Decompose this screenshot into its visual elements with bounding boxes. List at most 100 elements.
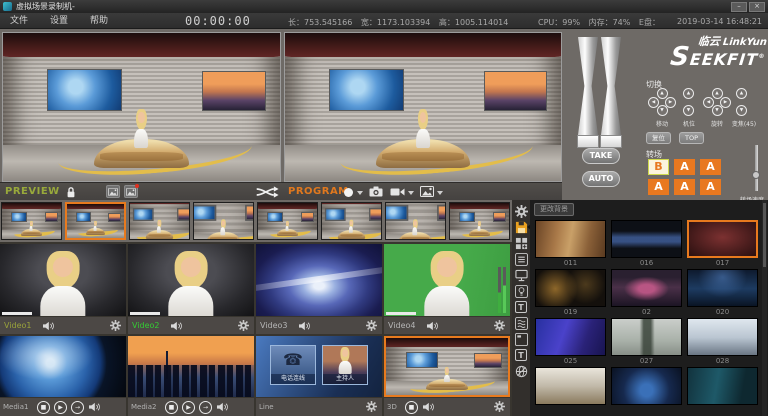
library-scrollbar[interactable] <box>762 200 767 416</box>
transition-speed-slider[interactable] <box>755 145 758 191</box>
scene-thumbnail[interactable] <box>687 367 758 405</box>
layers-icon[interactable] <box>514 316 528 330</box>
record-dropdown-caret[interactable] <box>357 191 363 195</box>
line-thumbnail[interactable]: ☎ 电话连线 主持人 <box>256 336 382 397</box>
stream-dropdown-caret[interactable] <box>408 191 414 195</box>
scene-thumbnail[interactable] <box>535 220 606 258</box>
stream-camcorder-icon[interactable] <box>390 187 405 197</box>
speaker-icon[interactable] <box>216 402 228 412</box>
subtitle-text-icon[interactable] <box>514 348 528 362</box>
overlay-image-badge-icon[interactable] <box>124 185 138 198</box>
stop-button[interactable]: ■ <box>37 401 50 414</box>
scene-strip-thumbnail[interactable] <box>1 202 62 240</box>
scene-thumbnail[interactable] <box>687 318 758 356</box>
transition-a-button[interactable]: A <box>674 159 695 175</box>
t-bar-handle[interactable] <box>577 135 599 148</box>
gear-icon[interactable] <box>494 320 505 331</box>
title-text-icon[interactable] <box>514 300 528 314</box>
scene-thumbnail[interactable] <box>611 269 682 307</box>
scene-strip-thumbnail[interactable] <box>257 202 318 240</box>
close-button[interactable]: × <box>749 2 765 12</box>
transition-b-button[interactable]: B <box>648 159 669 175</box>
scenes-grid-icon[interactable] <box>514 236 528 250</box>
lighting-icon[interactable] <box>514 284 528 298</box>
arrow-left-button[interactable]: ◀ <box>648 97 659 108</box>
next-button[interactable]: → <box>199 401 212 414</box>
stop-button[interactable]: ■ <box>405 401 418 414</box>
scene-strip-thumbnail[interactable] <box>193 202 254 240</box>
scene-thumbnail-selected[interactable] <box>687 220 758 258</box>
arrow-down-button[interactable]: ▼ <box>712 105 723 116</box>
arrow-up-button[interactable]: ▲ <box>736 88 747 99</box>
play-button[interactable]: ▶ <box>54 401 67 414</box>
arrow-left-button[interactable]: ◀ <box>703 97 714 108</box>
arrow-right-button[interactable]: ▶ <box>720 97 731 108</box>
reset-button[interactable]: 复位 <box>646 132 671 144</box>
gear-icon[interactable] <box>366 401 377 412</box>
gear-icon[interactable] <box>238 320 249 331</box>
stop-button[interactable]: ■ <box>165 401 178 414</box>
save-icon[interactable] <box>514 220 528 234</box>
monitor-icon[interactable] <box>514 268 528 282</box>
scene-strip-thumbnail-selected[interactable] <box>65 202 126 240</box>
settings-gear-icon[interactable] <box>514 204 528 218</box>
gear-icon[interactable] <box>110 320 121 331</box>
lock-icon[interactable] <box>66 186 76 198</box>
menu-file[interactable]: 文件 <box>4 13 34 29</box>
speaker-icon[interactable] <box>42 321 54 331</box>
scene-thumbnail[interactable] <box>611 318 682 356</box>
scene-thumbnail[interactable] <box>535 318 606 356</box>
arrow-up-button[interactable]: ▲ <box>683 88 694 99</box>
speaker-icon[interactable] <box>170 321 182 331</box>
t-bar-fader[interactable] <box>578 37 624 159</box>
transition-a-button[interactable]: A <box>674 179 695 195</box>
snapshot-camera-icon[interactable] <box>369 186 383 197</box>
slider-knob[interactable] <box>752 171 760 179</box>
transition-a-button[interactable]: A <box>648 179 669 195</box>
video4-thumbnail[interactable] <box>384 244 510 316</box>
scene-thumbnail[interactable] <box>611 220 682 258</box>
arrow-down-button[interactable]: ▼ <box>736 105 747 116</box>
scene-thumbnail[interactable] <box>535 367 606 405</box>
scene-strip-thumbnail[interactable] <box>449 202 510 240</box>
image-output-icon[interactable] <box>420 186 434 197</box>
change-background-button[interactable]: 更改背景 <box>534 203 574 216</box>
scene-strip-thumbnail[interactable] <box>385 202 446 240</box>
swap-transition-icon[interactable] <box>253 186 281 198</box>
video3-thumbnail[interactable] <box>256 244 382 316</box>
arrow-up-button[interactable]: ▲ <box>712 88 723 99</box>
host-option[interactable]: 主持人 <box>322 345 368 385</box>
media2-thumbnail[interactable] <box>128 336 254 397</box>
video2-thumbnail[interactable] <box>128 244 254 316</box>
scene-thumbnail[interactable] <box>611 367 682 405</box>
gear-icon[interactable] <box>494 401 505 412</box>
network-off-icon[interactable] <box>514 364 528 378</box>
arrow-up-button[interactable]: ▲ <box>657 88 668 99</box>
speaker-icon[interactable] <box>426 321 438 331</box>
frame-icon[interactable] <box>514 332 528 346</box>
scene-thumbnail[interactable] <box>687 269 758 307</box>
arrow-down-button[interactable]: ▼ <box>683 105 694 116</box>
speaker-icon[interactable] <box>422 402 434 412</box>
auto-button[interactable]: AUTO <box>582 171 620 187</box>
top-button[interactable]: TOP <box>679 132 704 144</box>
record-icon[interactable] <box>344 188 353 197</box>
transition-a-button[interactable]: A <box>700 159 721 175</box>
t-bar-handle[interactable] <box>600 135 622 148</box>
phone-line-option[interactable]: ☎ 电话连线 <box>270 345 316 385</box>
arrow-down-button[interactable]: ▼ <box>657 105 668 116</box>
take-button[interactable]: TAKE <box>582 148 620 164</box>
gear-icon[interactable] <box>366 320 377 331</box>
next-button[interactable]: → <box>71 401 84 414</box>
image-dropdown-caret[interactable] <box>437 191 443 195</box>
menu-settings[interactable]: 设置 <box>44 13 74 29</box>
scene-strip-thumbnail[interactable] <box>129 202 190 240</box>
minimize-button[interactable]: – <box>731 2 747 12</box>
scene-strip-thumbnail[interactable] <box>321 202 382 240</box>
play-button[interactable]: ▶ <box>182 401 195 414</box>
menu-help[interactable]: 帮助 <box>84 13 114 29</box>
speaker-icon[interactable] <box>88 402 100 412</box>
3d-scene-thumbnail[interactable] <box>384 336 510 397</box>
playlist-icon[interactable] <box>514 252 528 266</box>
arrow-right-button[interactable]: ▶ <box>665 97 676 108</box>
